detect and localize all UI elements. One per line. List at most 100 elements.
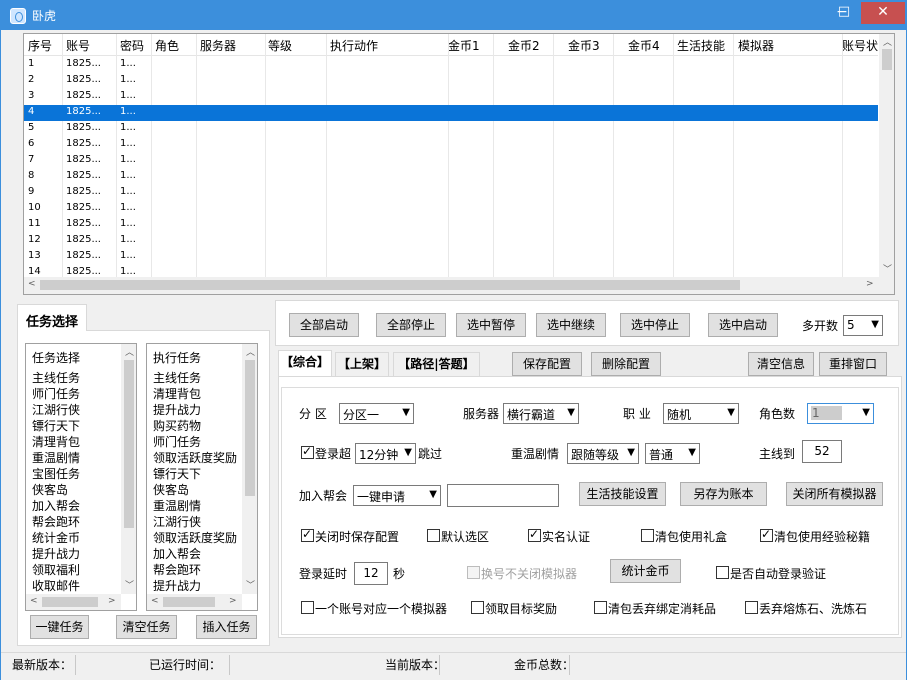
account-grid[interactable]: 序号 账号 密码 角色 服务器 等级 执行动作 金币1 金币2 金币3 金币4 生活技能 模拟器 账号状 … bbox=[23, 33, 895, 295]
column-header[interactable]: 金币1 bbox=[448, 37, 480, 54]
close-save-checkbox[interactable] bbox=[301, 527, 314, 542]
one-sim-checkbox[interactable] bbox=[301, 601, 314, 614]
list-item[interactable]: 提升战力 bbox=[32, 545, 80, 562]
list-item[interactable]: 重温剧情 bbox=[32, 449, 80, 466]
scroll-down-icon[interactable]: ﹀ bbox=[125, 578, 134, 591]
scroll-thumb[interactable] bbox=[42, 597, 98, 607]
column-header[interactable]: 账号 bbox=[66, 37, 90, 54]
list-item[interactable]: 提升战力 bbox=[153, 577, 201, 594]
column-header[interactable]: 金币4 bbox=[628, 37, 660, 54]
list-item[interactable]: 提升战力 bbox=[153, 401, 201, 418]
list-item[interactable]: 统计金币 bbox=[32, 529, 80, 546]
scroll-thumb[interactable] bbox=[882, 49, 892, 70]
scroll-up-icon[interactable]: ︿ bbox=[883, 35, 892, 48]
tab-shelf[interactable]: 【上架】 bbox=[335, 352, 389, 376]
list-item[interactable]: 帮会跑环 bbox=[153, 561, 201, 578]
list-item[interactable]: 宝图任务 bbox=[32, 465, 80, 482]
default-zone-checkbox[interactable] bbox=[427, 529, 440, 542]
scroll-left-icon[interactable]: < bbox=[151, 596, 159, 606]
list-item[interactable]: 清理背包 bbox=[153, 385, 201, 402]
start-all-button[interactable]: 全部启动 bbox=[289, 313, 359, 337]
guild-name-input[interactable] bbox=[447, 484, 559, 507]
title-bar[interactable]: 卧虎 − □ ✕ bbox=[1, 1, 906, 30]
list-item[interactable]: 侠客岛 bbox=[32, 481, 68, 498]
insert-task-button[interactable]: 插入任务 bbox=[196, 615, 257, 639]
server-select[interactable]: 横行霸道 ▼ bbox=[503, 403, 579, 424]
login-over-checkbox[interactable] bbox=[301, 444, 314, 459]
list-item[interactable]: 加入帮会 bbox=[32, 497, 80, 514]
target-reward-checkbox[interactable] bbox=[471, 601, 484, 614]
list-item[interactable]: 侠客岛 bbox=[153, 481, 189, 498]
resume-selected-button[interactable]: 选中继续 bbox=[536, 313, 606, 337]
list-scrollbar[interactable]: ︿ ﹀ bbox=[121, 344, 136, 594]
no-close-sim-checkbox[interactable] bbox=[467, 566, 480, 579]
table-row[interactable]: 12 1825... 1... bbox=[24, 233, 878, 249]
column-header[interactable]: 模拟器 bbox=[738, 37, 774, 54]
column-header[interactable]: 生活技能 bbox=[677, 37, 725, 54]
table-row[interactable]: 7 1825... 1... bbox=[24, 153, 878, 169]
replay-level-select[interactable]: 跟随等级 ▼ bbox=[567, 443, 639, 464]
list-item[interactable]: 帮会跑环 bbox=[32, 513, 80, 530]
list-item[interactable]: 清理背包 bbox=[32, 433, 80, 450]
gift-box-checkbox[interactable] bbox=[641, 529, 654, 542]
column-header[interactable]: 金币2 bbox=[508, 37, 540, 54]
list-item[interactable]: 江湖行侠 bbox=[153, 513, 201, 530]
column-header[interactable]: 服务器 bbox=[200, 37, 236, 54]
table-row[interactable]: 10 1825... 1... bbox=[24, 201, 878, 217]
task-source-list[interactable]: 任务选择 主线任务 师门任务 江湖行侠 镖行天下 清理背包 重温剧情 宝图任务 侠客岛 加入帮会… bbox=[25, 343, 137, 611]
tab-general[interactable]: 【综合】 bbox=[278, 350, 332, 377]
list-h-scrollbar[interactable]: < > bbox=[26, 594, 121, 610]
stop-all-button[interactable]: 全部停止 bbox=[376, 313, 446, 337]
close-button[interactable]: ✕ bbox=[861, 2, 905, 24]
column-header[interactable]: 角色 bbox=[155, 37, 179, 54]
column-header[interactable]: 等级 bbox=[268, 37, 292, 54]
rearrange-window-button[interactable]: 重排窗口 bbox=[819, 352, 887, 376]
join-guild-select[interactable]: 一键申请 ▼ bbox=[353, 485, 441, 506]
auto-verify-checkbox[interactable] bbox=[716, 566, 729, 579]
start-selected-button[interactable]: 选中启动 bbox=[708, 313, 778, 337]
stop-selected-button[interactable]: 选中停止 bbox=[620, 313, 690, 337]
scroll-down-icon[interactable]: ﹀ bbox=[246, 578, 255, 591]
scroll-up-icon[interactable]: ︿ bbox=[125, 345, 134, 358]
list-item[interactable]: 镖行天下 bbox=[32, 417, 80, 434]
column-header[interactable]: 执行动作 bbox=[330, 37, 378, 54]
scroll-up-icon[interactable]: ︿ bbox=[246, 345, 255, 358]
list-item[interactable]: 师门任务 bbox=[32, 385, 80, 402]
column-header[interactable]: 金币3 bbox=[568, 37, 600, 54]
save-as-ledger-button[interactable]: 另存为账本 bbox=[680, 482, 767, 506]
clear-info-button[interactable]: 清空信息 bbox=[748, 352, 814, 376]
list-h-scrollbar[interactable]: < > bbox=[147, 594, 242, 610]
job-select[interactable]: 随机 ▼ bbox=[663, 403, 739, 424]
exp-book-checkbox[interactable] bbox=[760, 527, 773, 542]
life-skill-settings-button[interactable]: 生活技能设置 bbox=[579, 482, 666, 506]
column-header[interactable]: 序号 bbox=[28, 37, 52, 54]
close-all-simulators-button[interactable]: 关闭所有模拟器 bbox=[786, 482, 883, 506]
replay-mode-select[interactable]: 普通 ▼ bbox=[645, 443, 700, 464]
list-item[interactable]: 重温剧情 bbox=[153, 497, 201, 514]
grid-horizontal-scrollbar[interactable]: < > bbox=[24, 277, 879, 294]
delete-config-button[interactable]: 删除配置 bbox=[591, 352, 661, 376]
table-row[interactable]: 2 1825... 1... bbox=[24, 73, 878, 89]
column-header[interactable]: 密码 bbox=[120, 37, 144, 54]
table-row[interactable]: 9 1825... 1... bbox=[24, 185, 878, 201]
scroll-left-icon[interactable]: < bbox=[28, 279, 36, 289]
list-item[interactable]: 镖行天下 bbox=[153, 465, 201, 482]
login-over-select[interactable]: 12分钟 ▼ bbox=[355, 443, 416, 464]
scroll-thumb[interactable] bbox=[124, 360, 134, 528]
list-item[interactable]: 购买药物 bbox=[153, 417, 201, 434]
scroll-left-icon[interactable]: < bbox=[30, 596, 38, 606]
table-row[interactable]: 6 1825... 1... bbox=[24, 137, 878, 153]
list-item[interactable]: 主线任务 bbox=[153, 369, 201, 386]
column-header[interactable]: 账号状 bbox=[842, 37, 878, 54]
one-key-task-button[interactable]: 一键任务 bbox=[30, 615, 89, 639]
list-item[interactable]: 领取福利 bbox=[32, 561, 80, 578]
table-row[interactable]: 5 1825... 1... bbox=[24, 121, 878, 137]
tab-task-select[interactable]: 任务选择 bbox=[17, 304, 87, 331]
save-config-button[interactable]: 保存配置 bbox=[512, 352, 582, 376]
scroll-down-icon[interactable]: ﹀ bbox=[883, 262, 892, 275]
list-item[interactable]: 师门任务 bbox=[153, 433, 201, 450]
table-row[interactable]: 4 1825... 1... bbox=[24, 105, 878, 121]
mainline-level-input[interactable]: 52 bbox=[802, 440, 842, 463]
list-item[interactable]: 收取邮件 bbox=[32, 577, 80, 594]
zone-select[interactable]: 分区一 ▼ bbox=[339, 403, 414, 424]
